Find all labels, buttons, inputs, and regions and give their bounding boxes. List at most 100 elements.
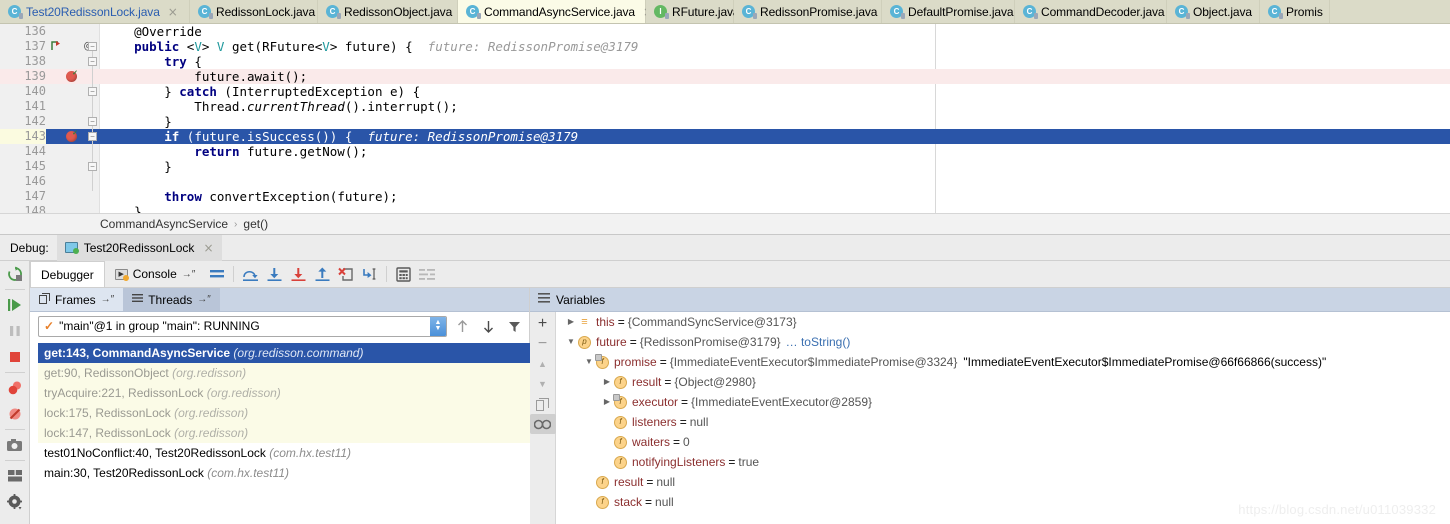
step-into-icon[interactable] bbox=[262, 261, 286, 287]
stack-frame-item[interactable]: test01NoConflict:40, Test20RedissonLock … bbox=[38, 443, 530, 463]
filter-frames-button[interactable] bbox=[503, 315, 525, 337]
copy-value-button[interactable] bbox=[530, 394, 556, 414]
variable-row[interactable]: ▼ p future = {RedissonPromise@3179}… toStrin… bbox=[556, 332, 1450, 352]
debugger-tabs-toolbar[interactable]: Debugger ▶ Console →″ bbox=[30, 261, 1450, 288]
close-session-icon[interactable]: × bbox=[200, 242, 213, 254]
variables-tree[interactable]: ▶ ≡ this = {CommandSyncService@3173} ▼ p future… bbox=[556, 312, 1450, 524]
editor-tab-defaultpromise-java[interactable]: CDefaultPromise.java× bbox=[882, 0, 1032, 23]
tab-console[interactable]: ▶ Console →″ bbox=[104, 261, 206, 287]
expand-toggle-icon[interactable]: ▼ bbox=[582, 352, 596, 372]
editor-tab-promis[interactable]: C Promis bbox=[1260, 0, 1330, 23]
stack-frame-item[interactable]: get:143, CommandAsyncService (org.rediss… bbox=[38, 343, 530, 363]
variables-side-rail[interactable]: + − ▲ ▼ bbox=[529, 312, 556, 524]
view-breakpoints-icon[interactable] bbox=[0, 375, 30, 401]
variable-row[interactable]: ▼ f promise = {ImmediateEventExecutor$Immedi… bbox=[556, 352, 1450, 372]
editor-tab-commandasyncservice-java[interactable]: CCommandAsyncService.java× bbox=[458, 0, 653, 23]
breakpoint-icon[interactable] bbox=[66, 69, 78, 82]
next-frame-button[interactable] bbox=[477, 315, 499, 337]
remove-watch-button[interactable]: − bbox=[530, 334, 556, 354]
variable-row[interactable]: f listeners = null bbox=[556, 412, 1450, 432]
resume-program-icon[interactable] bbox=[0, 292, 30, 318]
code-line[interactable]: } bbox=[0, 204, 1450, 213]
breadcrumb-method[interactable]: get() bbox=[243, 217, 268, 231]
code-line[interactable]: } bbox=[0, 114, 1450, 129]
frames-panel-header[interactable]: Frames →″ Threads →″ bbox=[30, 288, 529, 312]
stack-frame-item[interactable]: get:90, RedissonObject (org.redisson) bbox=[38, 363, 530, 383]
code-line[interactable]: throw convertException(future); bbox=[0, 189, 1450, 204]
variable-tostring-link[interactable]: … toString() bbox=[781, 332, 851, 352]
evaluate-expression-icon[interactable] bbox=[391, 261, 415, 287]
frames-list[interactable]: get:143, CommandAsyncService (org.rediss… bbox=[38, 343, 530, 524]
editor-tab-rfuture-java[interactable]: IRFuture.java× bbox=[646, 0, 758, 23]
expand-toggle-icon[interactable]: ▶ bbox=[600, 392, 614, 412]
camera-snapshot-icon[interactable] bbox=[0, 432, 30, 458]
chevron-updown-icon[interactable]: ▲ ▼ bbox=[430, 316, 446, 336]
expand-toggle-icon[interactable]: ▼ bbox=[564, 332, 578, 352]
drop-frame-icon[interactable] bbox=[334, 261, 358, 287]
pin-tab-icon[interactable]: →″ bbox=[101, 294, 115, 305]
force-step-into-icon[interactable] bbox=[286, 261, 310, 287]
editor-tab-redissonpromise-java[interactable]: CRedissonPromise.java× bbox=[734, 0, 895, 23]
fold-toggle-icon[interactable]: − bbox=[88, 87, 97, 96]
expand-toggle-icon[interactable]: ▶ bbox=[564, 312, 578, 332]
code-line[interactable]: return future.getNow(); bbox=[0, 144, 1450, 159]
code-line[interactable]: if (future.isSuccess()) { future: Rediss… bbox=[0, 129, 1450, 144]
panel-tab-frames[interactable]: Frames →″ bbox=[30, 288, 124, 311]
editor-tab-redissonobject-java[interactable]: CRedissonObject.java× bbox=[318, 0, 470, 23]
variable-row[interactable]: ▶ f executor = {ImmediateEventExecutor@2859} bbox=[556, 392, 1450, 412]
editor-tab-redissonlock-java[interactable]: CRedissonLock.java× bbox=[190, 0, 333, 23]
debug-session-tab[interactable]: Test20RedissonLock × bbox=[56, 234, 222, 261]
fold-toggle-icon[interactable]: − bbox=[88, 162, 97, 171]
step-over-icon[interactable] bbox=[238, 261, 262, 287]
move-watch-down-button[interactable]: ▼ bbox=[530, 374, 556, 394]
pause-program-icon[interactable] bbox=[0, 318, 30, 344]
inspect-button[interactable] bbox=[529, 414, 556, 434]
code-line[interactable]: @Override bbox=[0, 24, 1450, 39]
code-line[interactable]: } bbox=[0, 159, 1450, 174]
code-line[interactable]: try { bbox=[0, 54, 1450, 69]
panel-tab-threads[interactable]: Threads →″ bbox=[123, 288, 220, 311]
mute-breakpoints-icon[interactable] bbox=[0, 401, 30, 427]
watches-icon[interactable] bbox=[415, 261, 439, 287]
editor-tab-test20redissonlock-java[interactable]: C Test20RedissonLock.java × bbox=[0, 0, 190, 23]
settings-gear-icon[interactable] bbox=[0, 489, 30, 515]
editor-tab-commanddecoder-java[interactable]: CCommandDecoder.java× bbox=[1015, 0, 1183, 23]
stack-frame-item[interactable]: lock:147, RedissonLock (org.redisson) bbox=[38, 423, 530, 443]
show-execution-point-icon[interactable] bbox=[205, 261, 229, 287]
stack-frame-item[interactable]: main:30, Test20RedissonLock (com.hx.test… bbox=[38, 463, 530, 483]
fold-toggle-icon[interactable]: − bbox=[88, 57, 97, 66]
tab-debugger[interactable]: Debugger bbox=[30, 261, 105, 287]
override-method-icon[interactable] bbox=[50, 40, 62, 55]
pin-tab-icon[interactable]: →″ bbox=[197, 294, 211, 305]
code-line[interactable]: Thread.currentThread().interrupt(); bbox=[0, 99, 1450, 114]
fold-toggle-icon[interactable]: − bbox=[88, 132, 97, 141]
variable-row[interactable]: ▶ ≡ this = {CommandSyncService@3173} bbox=[556, 312, 1450, 332]
close-tab-icon[interactable]: × bbox=[165, 6, 178, 18]
step-out-icon[interactable] bbox=[310, 261, 334, 287]
code-line[interactable]: } catch (InterruptedException e) { bbox=[0, 84, 1450, 99]
breakpoint-icon[interactable] bbox=[66, 129, 78, 142]
stack-frame-item[interactable]: tryAcquire:221, RedissonLock (org.rediss… bbox=[38, 383, 530, 403]
variable-row[interactable]: f notifyingListeners = true bbox=[556, 452, 1450, 472]
code-line[interactable]: public <V> V get(RFuture<V> future) { fu… bbox=[0, 39, 1450, 54]
thread-select[interactable]: ✓ "main"@1 in group "main": RUNNING ▲ ▼ bbox=[38, 315, 447, 337]
layout-settings-icon[interactable] bbox=[0, 463, 30, 489]
code-line[interactable]: future.await(); bbox=[0, 69, 1450, 84]
expand-toggle-icon[interactable]: ▶ bbox=[600, 372, 614, 392]
stack-frame-item[interactable]: lock:175, RedissonLock (org.redisson) bbox=[38, 403, 530, 423]
rerun-icon[interactable] bbox=[0, 261, 30, 287]
fold-toggle-icon[interactable]: − bbox=[88, 117, 97, 126]
code-editor[interactable]: @Override 136 public <V> V get(RFuture<V>… bbox=[0, 24, 1450, 213]
move-watch-up-button[interactable]: ▲ bbox=[530, 354, 556, 374]
stop-icon[interactable] bbox=[0, 344, 30, 370]
code-line[interactable] bbox=[0, 174, 1450, 189]
add-watch-button[interactable]: + bbox=[530, 314, 556, 334]
breadcrumb-class[interactable]: CommandAsyncService bbox=[100, 217, 228, 231]
variable-row[interactable]: f waiters = 0 bbox=[556, 432, 1450, 452]
run-to-cursor-icon[interactable] bbox=[358, 261, 382, 287]
variable-row[interactable]: f result = null bbox=[556, 472, 1450, 492]
pin-tab-icon[interactable]: →″ bbox=[182, 269, 196, 280]
debug-side-toolbar[interactable] bbox=[0, 261, 30, 524]
previous-frame-button[interactable] bbox=[451, 315, 473, 337]
editor-tab-object-java[interactable]: CObject.java× bbox=[1167, 0, 1270, 23]
